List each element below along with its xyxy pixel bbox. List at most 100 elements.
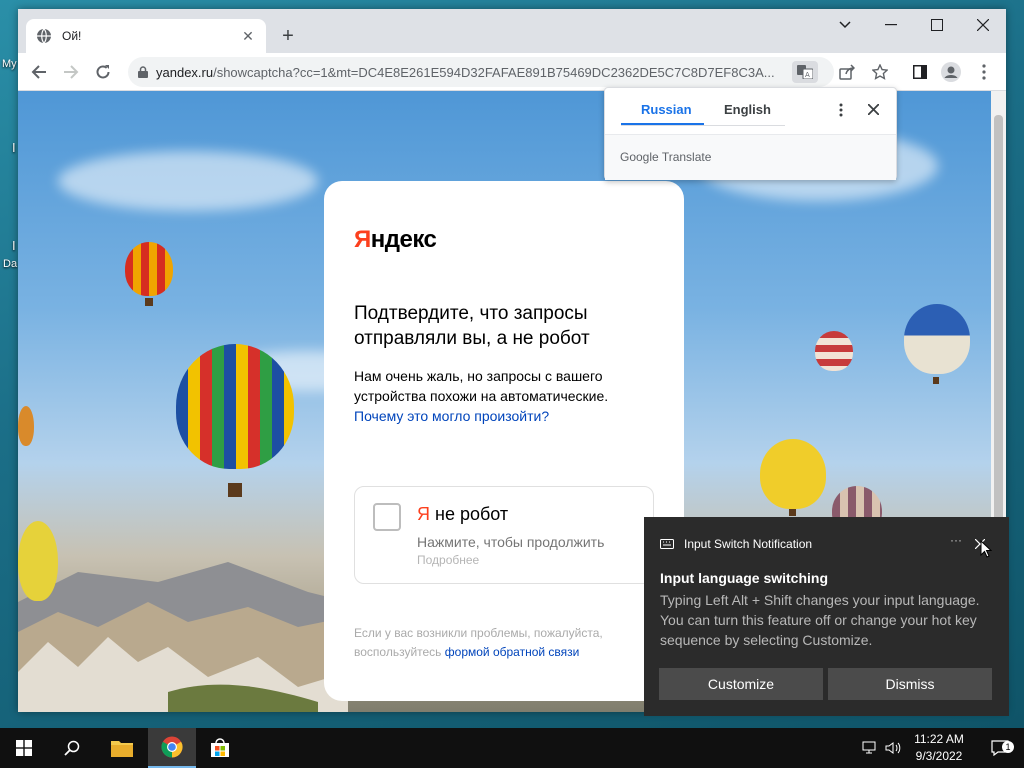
chevron-down-icon [839,21,851,29]
keyboard-icon [660,539,674,549]
robot-label-text: не робот [430,504,509,524]
translate-button[interactable]: A [792,61,818,83]
avatar-icon [941,62,961,82]
volume-button[interactable] [882,728,904,768]
yandex-logo[interactable]: Яндекс [354,226,437,254]
browser-tab[interactable]: Ой! ✕ [26,19,266,53]
kebab-menu-icon [982,64,986,80]
tab-strip: Ой! ✕ + [18,9,1006,53]
balloon-basket [145,298,153,306]
arrow-left-icon [31,65,46,79]
logo-rest: ндекс [370,226,437,253]
tab-english[interactable]: English [724,102,771,117]
tab-close-icon[interactable]: ✕ [240,28,256,44]
logo-first-letter: Я [354,226,371,253]
mouse-cursor-icon [980,540,992,558]
minimize-button[interactable] [868,9,914,41]
desktop-icon-label[interactable]: Da [3,258,17,270]
share-button[interactable] [836,61,858,83]
close-icon[interactable] [868,104,879,115]
minimize-icon [885,24,897,26]
search-button[interactable] [48,728,96,768]
url-host: yandex.ru [156,64,214,80]
desktop-icon-label[interactable]: I [12,238,16,253]
translate-icon: A [797,65,813,79]
svg-text:A: A [805,71,810,79]
taskbar: 11:22 AM 9/3/2022 1 [0,728,1024,768]
start-button[interactable] [0,728,48,768]
url-path: /showcaptcha?cc=1&mt=DC4E8E261E594D32FAF… [213,64,775,80]
not-robot-checkbox-panel[interactable]: Я не робот Нажмите, чтобы продолжить Под… [354,486,654,584]
maximize-button[interactable] [914,9,960,41]
hot-air-balloon [815,331,853,371]
folder-icon [111,741,133,757]
hot-air-balloon [176,344,294,469]
chrome-taskbar-button[interactable] [148,728,196,768]
tab-divider-line [621,125,785,126]
hot-air-balloon [904,304,970,374]
kebab-menu-icon[interactable] [839,103,843,117]
tab-russian[interactable]: Russian [641,102,692,117]
close-window-button[interactable] [960,9,1006,41]
notification-app-name: Input Switch Notification [684,537,813,551]
action-center-button[interactable]: 1 [976,728,1024,768]
menu-button[interactable] [973,61,995,83]
taskbar-clock[interactable]: 11:22 AM 9/3/2022 [903,731,975,765]
why-link[interactable]: Почему это могло произойти? [354,408,549,424]
new-tab-button[interactable]: + [276,25,300,49]
customize-button[interactable]: Customize [659,668,823,700]
more-options-icon[interactable]: ··· [950,533,962,547]
reload-button[interactable] [90,59,116,85]
notification-header: Input Switch Notification [660,537,812,551]
balloon-basket [789,509,796,516]
hot-air-balloon [18,406,34,446]
star-icon [872,64,888,80]
active-tab-indicator [621,123,704,125]
notification-count-badge: 1 [1002,741,1014,753]
tab-title: Ой! [62,29,82,43]
maximize-icon [931,19,943,31]
captcha-description: Нам очень жаль, но запросы с вашего устр… [354,366,634,426]
dismiss-button[interactable]: Dismiss [828,668,992,700]
balloon-basket [933,377,939,384]
forward-button[interactable] [58,59,84,85]
network-icon [862,741,876,754]
side-panel-button[interactable] [909,61,931,83]
close-icon [977,19,989,31]
store-bag-icon [211,738,229,757]
url-text[interactable]: yandex.ru/showcaptcha?cc=1&mt=DC4E8E261E… [156,65,792,80]
tab-search-button[interactable] [822,9,868,41]
notification-body: Typing Left Alt + Shift changes your inp… [660,592,980,648]
arrow-right-icon [64,65,79,79]
globe-icon [37,28,51,44]
browser-toolbar: yandex.ru/showcaptcha?cc=1&mt=DC4E8E261E… [18,53,1006,91]
hot-air-balloon [125,242,173,296]
google-translate-brand: Google Translate [620,150,712,164]
network-button[interactable] [858,728,882,768]
clock-time: 11:22 AM [914,732,964,746]
translate-popup: Russian English Google Translate [604,87,897,180]
description-text: Нам очень жаль, но запросы с вашего устр… [354,368,609,404]
robot-label-ya: Я [417,504,430,524]
profile-button[interactable] [940,61,962,83]
notification-title: Input language switching [660,570,828,586]
desktop-icon-label[interactable]: I [12,140,16,155]
file-explorer-button[interactable] [98,728,146,768]
feedback-link[interactable]: формой обратной связи [445,645,580,659]
not-robot-checkbox[interactable] [373,503,401,531]
back-button[interactable] [26,59,52,85]
lock-icon [138,66,148,78]
clock-date: 9/3/2022 [915,749,963,763]
balloon-basket [228,483,242,497]
reload-icon [96,65,110,79]
translate-footer: Google Translate [605,135,896,180]
store-button[interactable] [196,728,244,768]
desktop-icon-label[interactable]: My [2,58,17,70]
windows-logo-icon [16,740,32,756]
share-icon [839,64,855,80]
robot-hint: Нажмите, чтобы продолжить [417,534,605,550]
input-switch-notification: Input Switch Notification ··· Input lang… [644,517,1009,716]
bookmark-button[interactable] [869,61,891,83]
address-bar[interactable]: yandex.ru/showcaptcha?cc=1&mt=DC4E8E261E… [128,57,834,87]
more-info-link[interactable]: Подробнее [417,553,479,567]
